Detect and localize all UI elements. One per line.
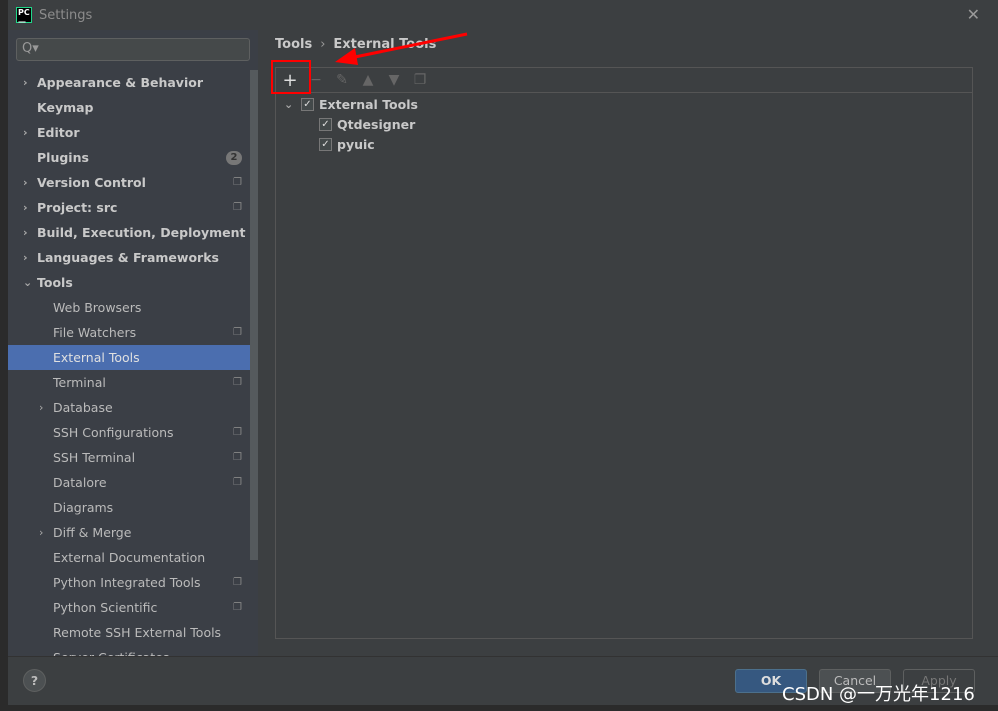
annotation-arrow [335, 32, 468, 65]
watermark: CSDN @一万光年1216 [782, 684, 975, 705]
